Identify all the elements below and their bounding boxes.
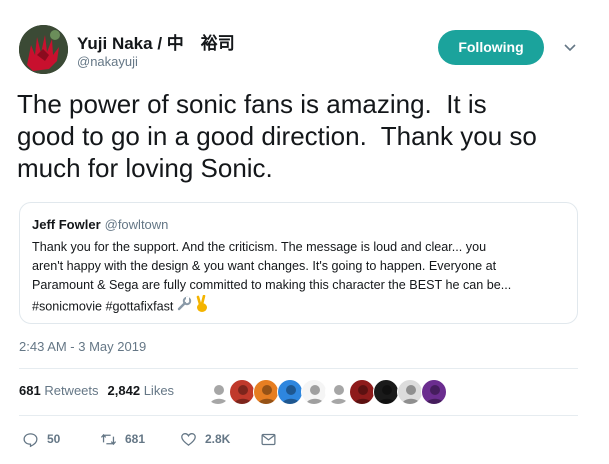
quoted-hashtags[interactable]: #sonicmovie #gottafixfast <box>32 299 173 313</box>
quoted-text: Thank you for the support. And the criti… <box>32 238 572 319</box>
quoted-author-handle: @fowltown <box>104 217 169 232</box>
divider <box>19 415 578 416</box>
retweet-button[interactable]: 681 <box>100 429 145 449</box>
liker-avatar[interactable] <box>277 379 303 405</box>
quoted-line-hashtags: #sonicmovie #gottafixfast <box>32 294 572 319</box>
wrench-icon <box>176 296 192 318</box>
victory-hand-icon <box>195 294 209 319</box>
reply-count: 50 <box>47 432 61 446</box>
likes-stat[interactable]: 2,842 Likes <box>108 383 175 398</box>
tweet-timestamp[interactable]: 2:43 AM - 3 May 2019 <box>19 339 146 354</box>
tweet-text: The power of sonic fans is amazing. It i… <box>17 88 597 184</box>
likes-count: 2,842 <box>107 383 141 398</box>
liker-avatar[interactable] <box>325 379 351 405</box>
envelope-icon <box>261 433 276 445</box>
retweet-count: 681 <box>125 432 146 446</box>
like-count: 2.8K <box>205 432 231 446</box>
likes-label: Likes <box>143 383 175 398</box>
tweet-line: good to go in a good direction. Thank yo… <box>17 121 537 151</box>
liker-avatar[interactable] <box>205 379 231 405</box>
liker-avatar[interactable] <box>349 379 375 405</box>
retweets-stat[interactable]: 681 Retweets <box>19 383 99 398</box>
tweet-stats: 681 Retweets 2,842 Likes <box>19 383 174 398</box>
quoted-author: Jeff Fowler @fowltown <box>32 217 168 232</box>
liker-avatar[interactable] <box>421 379 447 405</box>
retweet-icon <box>100 433 117 445</box>
heart-icon <box>181 432 196 446</box>
tweet-line: much for loving Sonic. <box>17 153 273 183</box>
reply-icon <box>23 432 38 447</box>
following-button[interactable]: Following <box>438 30 544 65</box>
tweet-line: The power of sonic fans is amazing. It i… <box>17 89 487 119</box>
avatar[interactable] <box>19 25 68 74</box>
author-display-name[interactable]: Yuji Naka / 中 裕司 <box>77 29 235 54</box>
retweets-count: 681 <box>19 383 41 398</box>
liker-avatar[interactable] <box>397 379 423 405</box>
reply-button[interactable]: 50 <box>22 429 60 449</box>
chevron-down-icon[interactable] <box>563 40 577 54</box>
quoted-author-name: Jeff Fowler <box>32 217 101 232</box>
like-button[interactable]: 2.8K <box>180 429 230 449</box>
divider <box>19 368 578 369</box>
liker-avatar[interactable] <box>253 379 279 405</box>
quoted-tweet[interactable]: Jeff Fowler @fowltown Thank you for the s… <box>19 202 578 324</box>
quoted-line: aren't happy with the design & you want … <box>32 259 497 273</box>
quoted-line: Paramount & Sega are fully committed to … <box>32 278 512 292</box>
retweets-label: Retweets <box>44 383 99 398</box>
author-handle[interactable]: @nakayuji <box>77 54 138 69</box>
liker-avatar[interactable] <box>373 379 399 405</box>
quoted-line: Thank you for the support. And the criti… <box>32 240 487 254</box>
liker-avatar[interactable] <box>301 379 327 405</box>
direct-message-button[interactable] <box>260 429 285 449</box>
liker-avatar[interactable] <box>229 379 255 405</box>
